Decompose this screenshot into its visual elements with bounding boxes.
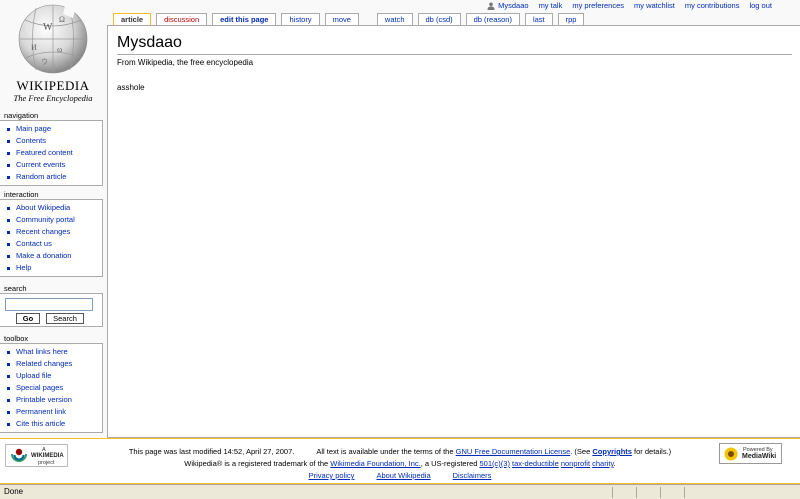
nav-recent-changes[interactable]: Recent changes (4, 226, 102, 238)
search-portlet: search Go Search (0, 284, 103, 327)
nav-current-events[interactable]: Current events (4, 159, 102, 171)
tab-rpp[interactable]: rpp (557, 13, 585, 25)
user-name: Mysdaao (498, 1, 529, 10)
page-title: Mysdaao (117, 34, 792, 55)
footer-row-2: Wikipedia® is a registered trademark of … (184, 459, 616, 468)
disclaimers-link[interactable]: Disclaimers (453, 470, 492, 482)
nav-featured-content[interactable]: Featured content (4, 147, 102, 159)
tb-printable-version[interactable]: Printable version (4, 394, 102, 406)
license-mid: . (See (570, 447, 591, 456)
license-post: for details.) (634, 447, 672, 456)
site-subtitle: From Wikipedia, the free encyclopedia (117, 58, 254, 67)
tab-discussion[interactable]: discussion (156, 13, 208, 25)
puzzle-globe-icon: W Ω И ω ウ (18, 4, 88, 74)
toolbox-body: What links here Related changes Upload f… (0, 343, 103, 433)
logo-title: Wikipedia (16, 78, 90, 93)
navigation-body: Main page Contents Featured content Curr… (0, 120, 103, 186)
search-buttons: Go Search (5, 313, 102, 324)
personal-toolbar: Mysdaao my talk my preferences my watchl… (460, 0, 800, 12)
tb-special-pages[interactable]: Special pages (4, 382, 102, 394)
user-page-link[interactable]: Mysdaao (487, 0, 529, 11)
portlet-title-navigation: navigation (4, 111, 39, 120)
interaction-portlet: interaction About Wikipedia Community po… (0, 190, 103, 277)
wikimedia-foundation-link[interactable]: Wikimedia Foundation, Inc. (330, 459, 420, 468)
about-wikipedia-link[interactable]: About Wikipedia (376, 470, 430, 482)
status-text: Done (4, 487, 24, 496)
footer-row-1: This page was last modified 14:52, April… (0, 446, 800, 458)
svg-text:ω: ω (57, 45, 62, 54)
license-text: All text is available under the terms of… (316, 446, 671, 458)
tb-cite-this-article[interactable]: Cite this article (4, 418, 102, 430)
status-divider (612, 487, 613, 498)
search-input[interactable] (5, 298, 93, 311)
interaction-body: About Wikipedia Community portal Recent … (0, 199, 103, 277)
tab-edit[interactable]: edit this page (212, 13, 277, 25)
logout-link[interactable]: log out (749, 0, 772, 11)
svg-text:W: W (43, 22, 53, 33)
footer-row-3: Privacy policy About Wikipedia Disclaime… (0, 470, 800, 482)
nonprofit-link[interactable]: nonprofit (561, 459, 590, 468)
nav-community-portal[interactable]: Community portal (4, 214, 102, 226)
article-body: asshole (117, 83, 145, 92)
nav-help[interactable]: Help (4, 262, 102, 274)
status-divider (660, 487, 661, 498)
my-watchlist-link[interactable]: my watchlist (634, 0, 675, 11)
my-contributions-link[interactable]: my contributions (685, 0, 740, 11)
trademark-pre: Wikipedia® is a registered trademark of … (184, 459, 329, 468)
my-talk-link[interactable]: my talk (539, 0, 563, 11)
tax-deductible-link[interactable]: tax-deductible (512, 459, 559, 468)
tab-last[interactable]: last (524, 13, 553, 25)
footer: A WIKIMEDIA project This page was last m… (0, 438, 800, 484)
nav-make-a-donation[interactable]: Make a donation (4, 250, 102, 262)
tab-db-reason[interactable]: db (reason) (465, 13, 520, 25)
tab-watch[interactable]: watch (376, 13, 413, 25)
go-button[interactable]: Go (16, 313, 40, 324)
copyrights-link[interactable]: Copyrights (592, 447, 632, 456)
navigation-portlet: navigation Main page Contents Featured c… (0, 111, 103, 186)
svg-text:ウ: ウ (41, 58, 48, 66)
gfdl-link[interactable]: GNU Free Documentation License (456, 447, 571, 456)
501c3-link[interactable]: 501(c)(3) (480, 459, 510, 468)
svg-text:И: И (31, 43, 37, 52)
tb-upload-file[interactable]: Upload file (4, 370, 102, 382)
mediawiki-badge-main: MediaWiki (742, 453, 777, 460)
privacy-policy-link[interactable]: Privacy policy (309, 470, 355, 482)
tb-what-links-here[interactable]: What links here (4, 346, 102, 358)
search-button[interactable]: Search (46, 313, 84, 324)
user-icon (487, 2, 495, 10)
content-area: Mysdaao From Wikipedia, the free encyclo… (107, 25, 800, 438)
tab-history[interactable]: history (281, 13, 320, 25)
powered-by-mediawiki-badge[interactable]: Powered By MediaWiki (719, 443, 782, 464)
tab-move[interactable]: move (324, 13, 359, 25)
mediawiki-sunflower-icon (724, 447, 738, 461)
status-divider (684, 487, 685, 498)
footer-info: This page was last modified 14:52, April… (0, 446, 800, 482)
wikipedia-logo[interactable]: W Ω И ω ウ Wikipedia The Free Encyclopedi… (3, 0, 103, 110)
portlet-title-search: search (4, 284, 27, 293)
tb-permanent-link[interactable]: Permanent link (4, 406, 102, 418)
last-modified: This page was last modified 14:52, April… (128, 447, 295, 456)
tab-db-csd[interactable]: db (csd) (417, 13, 461, 25)
portlet-title-toolbox: toolbox (4, 334, 29, 343)
nav-about-wikipedia[interactable]: About Wikipedia (4, 202, 102, 214)
status-divider (636, 487, 637, 498)
browser-status-bar: Done (0, 484, 800, 499)
portlet-title-interaction: interaction (4, 190, 39, 199)
my-preferences-link[interactable]: my preferences (572, 0, 624, 11)
nav-contents[interactable]: Contents (4, 135, 102, 147)
nav-contact-us[interactable]: Contact us (4, 238, 102, 250)
logo-subtitle: The Free Encyclopedia (13, 93, 93, 103)
nav-main-page[interactable]: Main page (4, 123, 102, 135)
svg-text:Ω: Ω (59, 15, 65, 24)
license-pre: All text is available under the terms of… (316, 447, 454, 456)
search-body: Go Search (0, 293, 103, 327)
tb-related-changes[interactable]: Related changes (4, 358, 102, 370)
trademark-mid: , a US-registered (420, 459, 478, 468)
nav-random-article[interactable]: Random article (4, 171, 102, 183)
charity-link[interactable]: charity (592, 459, 614, 468)
toolbox-portlet: toolbox What links here Related changes … (0, 334, 103, 433)
